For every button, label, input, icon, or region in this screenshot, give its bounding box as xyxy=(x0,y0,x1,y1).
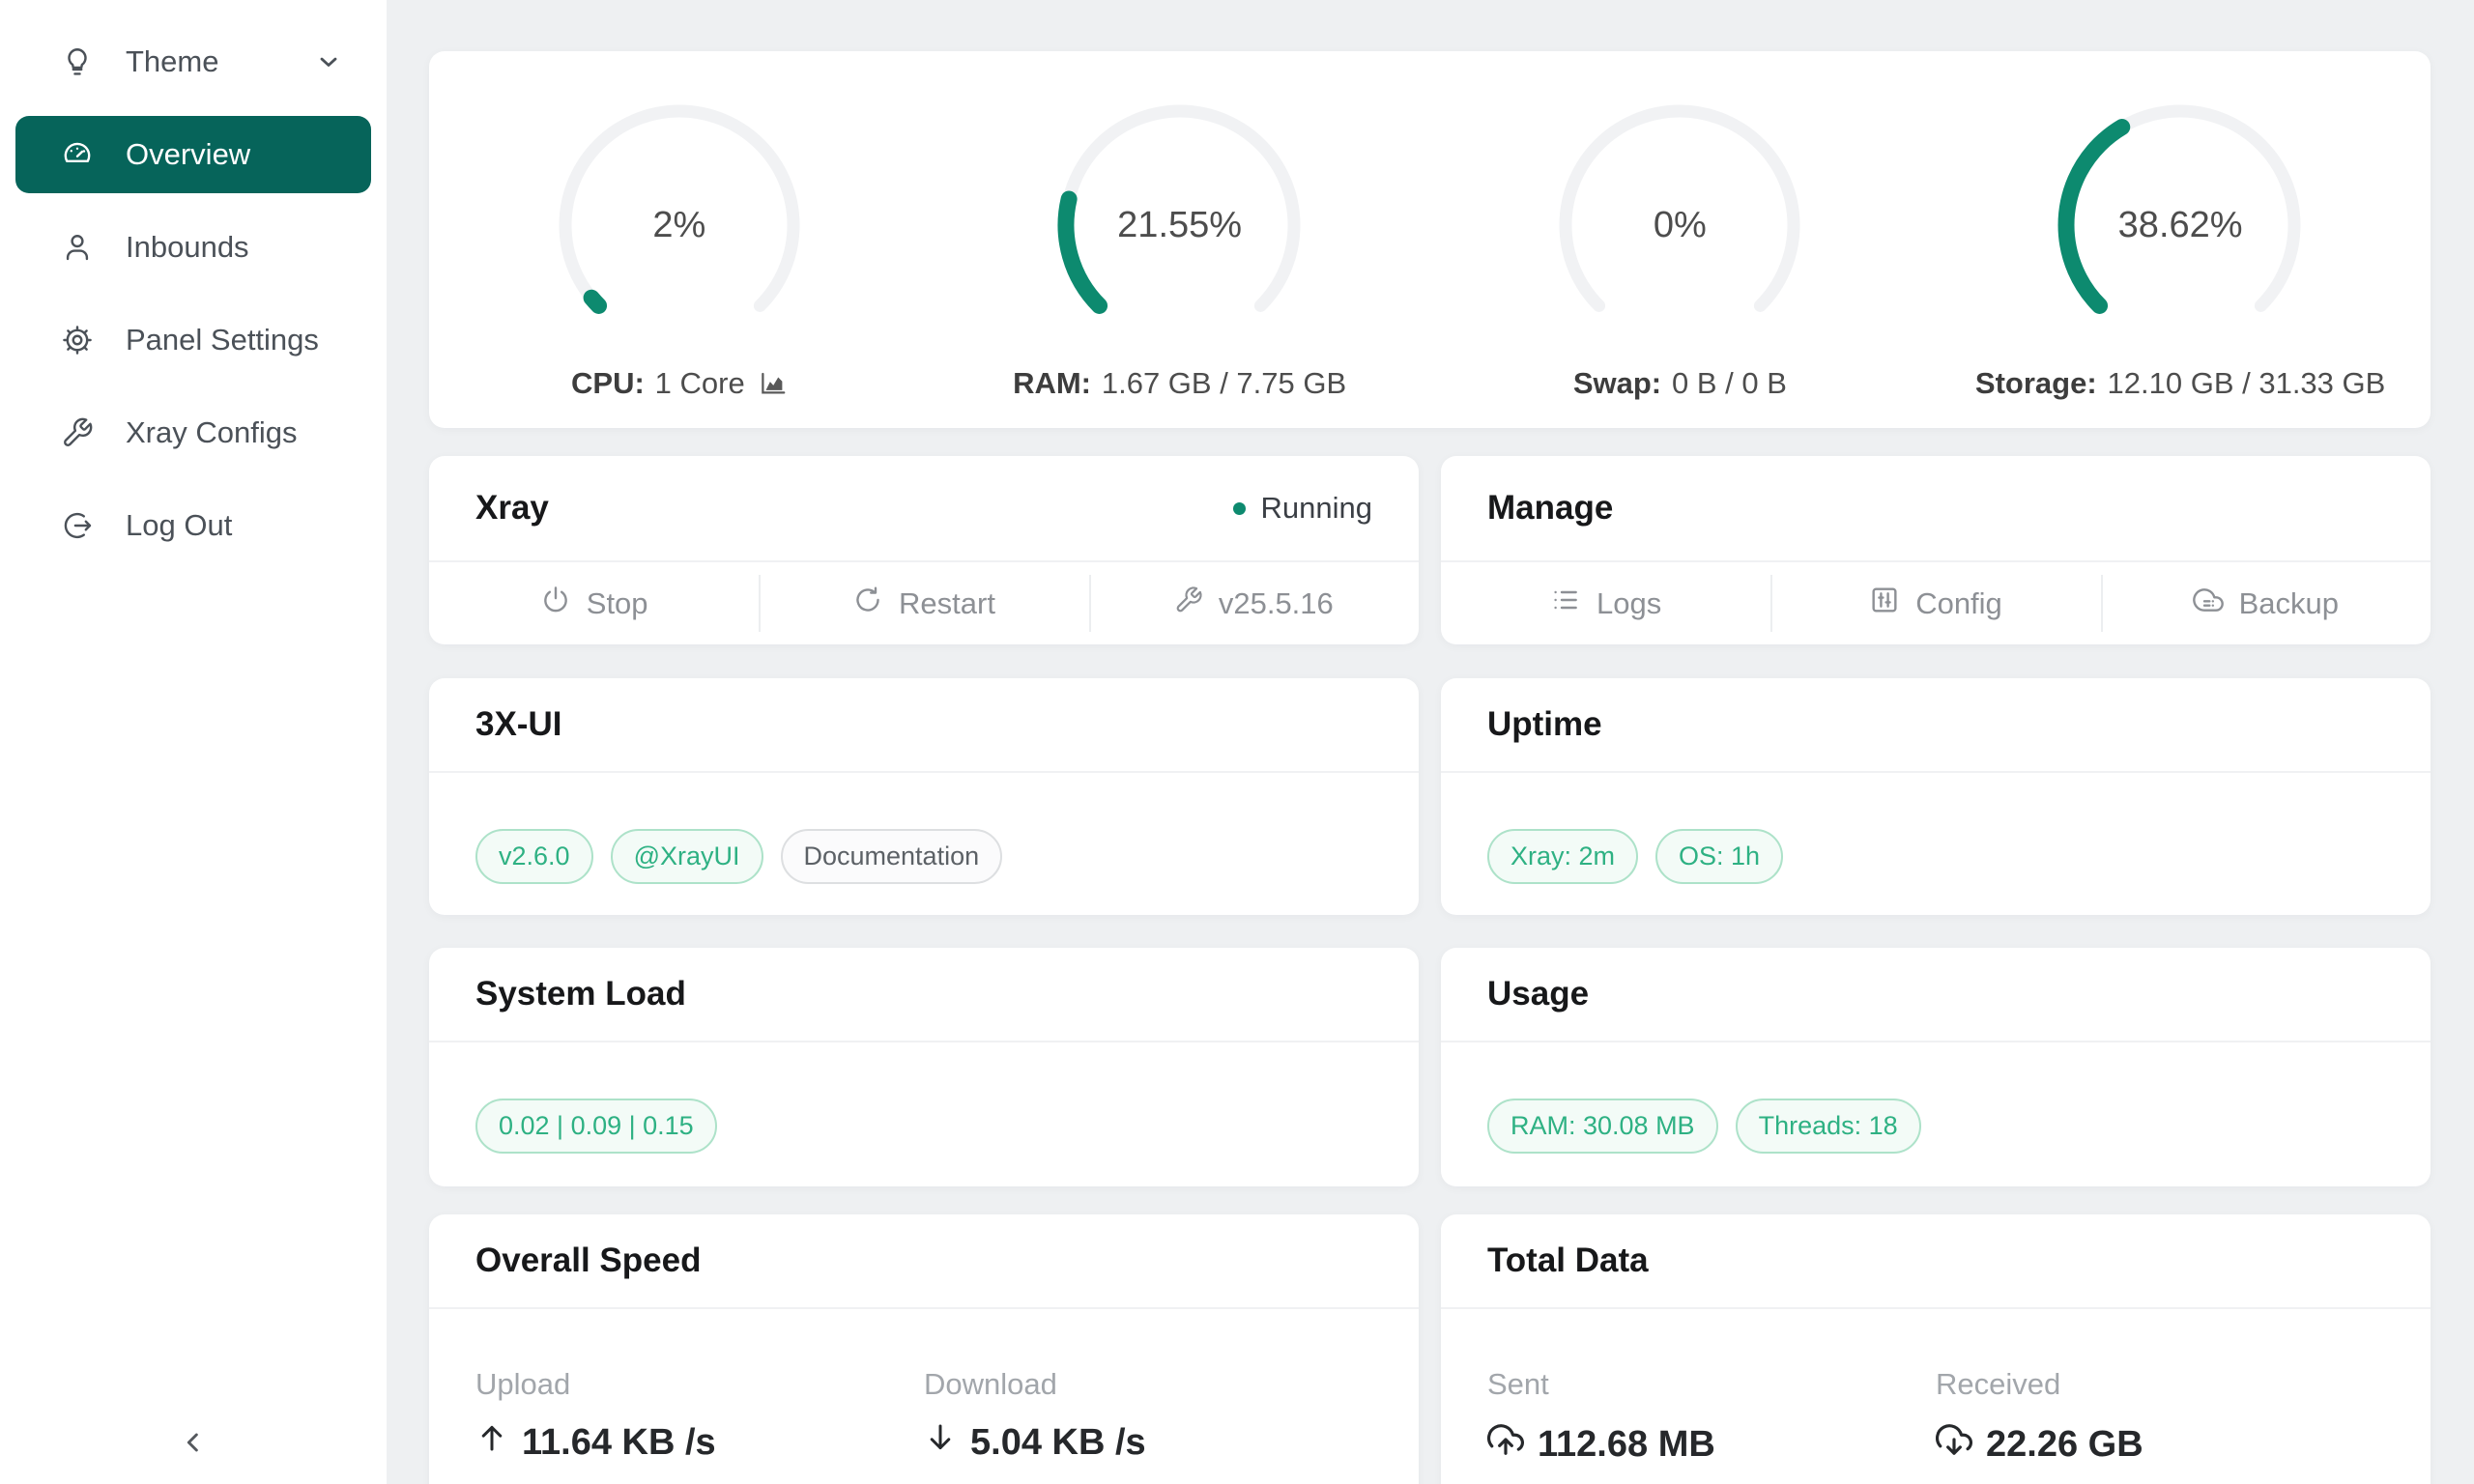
logout-icon xyxy=(60,508,95,543)
swap-label: Swap:0 B / 0 B xyxy=(1573,366,1787,401)
status-dot xyxy=(1233,502,1246,515)
usage-card-title: Usage xyxy=(1487,975,1589,1013)
download-value-row: 5.04 KB /s xyxy=(924,1421,1372,1464)
sent-value-row: 112.68 MB xyxy=(1487,1421,1936,1468)
telegram-badge[interactable]: @XrayUI xyxy=(611,829,763,884)
ram-usage-badge: RAM: 30.08 MB xyxy=(1487,1099,1718,1154)
restart-icon xyxy=(852,585,883,623)
cpu-label: CPU:1 Core xyxy=(571,366,788,401)
swap-gauge: 0% Swap:0 B / 0 B xyxy=(1430,51,1931,428)
load-average-badge: 0.02 | 0.09 | 0.15 xyxy=(475,1099,717,1154)
upload-label: Upload xyxy=(475,1367,924,1402)
xray-uptime-badge: Xray: 2m xyxy=(1487,829,1638,884)
sidebar-collapse-button[interactable] xyxy=(0,1427,387,1463)
status-label: Running xyxy=(1261,491,1372,526)
chevron-left-icon xyxy=(178,1427,209,1463)
overall-speed-card-title: Overall Speed xyxy=(475,1241,701,1280)
sidebar-item-label: Log Out xyxy=(126,508,232,543)
main-content: 2% CPU:1 Core xyxy=(387,0,2474,1484)
sidebar-item-log-out[interactable]: Log Out xyxy=(15,487,371,564)
overall-speed-card: Overall Speed Upload 11.64 KB /s xyxy=(429,1214,1419,1484)
received-value: 22.26 GB xyxy=(1986,1424,2143,1466)
sent-label: Sent xyxy=(1487,1367,1936,1402)
ram-label: RAM:1.67 GB / 7.75 GB xyxy=(1013,366,1346,401)
arrow-down-icon xyxy=(924,1421,957,1464)
wrench-icon xyxy=(60,415,95,450)
cpu-gauge: 2% CPU:1 Core xyxy=(429,51,930,428)
upload-value: 11.64 KB /s xyxy=(522,1422,716,1464)
wrench-icon xyxy=(1174,585,1203,622)
ram-gauge: 21.55% RAM:1.67 GB / 7.75 GB xyxy=(930,51,1430,428)
xui-card-title: 3X-UI xyxy=(475,705,561,744)
dashboard-icon xyxy=(60,137,95,172)
storage-gauge: 38.62% Storage:12.10 GB / 31.33 GB xyxy=(1930,51,2431,428)
total-data-card-title: Total Data xyxy=(1487,1241,1649,1280)
sliders-icon xyxy=(1869,585,1900,623)
received-stat: Received 22.26 GB xyxy=(1936,1367,2384,1468)
arrow-up-icon xyxy=(475,1421,508,1464)
usage-card: Usage RAM: 30.08 MB Threads: 18 xyxy=(1441,948,2431,1186)
sidebar-item-label: Panel Settings xyxy=(126,323,319,357)
total-data-card: Total Data Sent 112.68 MB xyxy=(1441,1214,2431,1484)
gear-icon xyxy=(60,323,95,357)
upload-value-row: 11.64 KB /s xyxy=(475,1421,924,1464)
storage-label: Storage:12.10 GB / 31.33 GB xyxy=(1975,366,2385,401)
area-chart-icon[interactable] xyxy=(759,369,788,398)
sidebar-item-panel-settings[interactable]: Panel Settings xyxy=(15,301,371,379)
received-label: Received xyxy=(1936,1367,2384,1402)
manage-card-title: Manage xyxy=(1487,489,1613,528)
uptime-card-title: Uptime xyxy=(1487,705,1602,744)
power-icon xyxy=(540,585,571,623)
ram-percent: 21.55% xyxy=(1054,100,1306,351)
version-badge[interactable]: v2.6.0 xyxy=(475,829,593,884)
sidebar-item-inbounds[interactable]: Inbounds xyxy=(15,209,371,286)
xray-version-button[interactable]: v25.5.16 xyxy=(1089,562,1419,644)
documentation-badge[interactable]: Documentation xyxy=(781,829,1003,884)
threads-badge: Threads: 18 xyxy=(1736,1099,1921,1154)
system-load-card: System Load 0.02 | 0.09 | 0.15 xyxy=(429,948,1419,1186)
sidebar-item-label: Inbounds xyxy=(126,230,249,265)
backup-button[interactable]: Backup xyxy=(2101,562,2431,644)
sidebar: Theme Overview xyxy=(0,0,387,1484)
os-uptime-badge: OS: 1h xyxy=(1655,829,1783,884)
swap-percent: 0% xyxy=(1554,100,1805,351)
cpu-percent: 2% xyxy=(554,100,805,351)
sidebar-item-overview[interactable]: Overview xyxy=(15,116,371,193)
bulb-icon xyxy=(60,44,95,79)
download-value: 5.04 KB /s xyxy=(970,1422,1146,1464)
sent-value: 112.68 MB xyxy=(1538,1424,1715,1466)
system-gauges-card: 2% CPU:1 Core xyxy=(429,51,2431,428)
cloud-download-icon xyxy=(1936,1421,1972,1468)
user-icon xyxy=(60,230,95,265)
system-load-card-title: System Load xyxy=(475,975,686,1013)
logs-button[interactable]: Logs xyxy=(1441,562,1770,644)
xray-card: Xray Running Stop xyxy=(429,456,1419,644)
xray-status: Running xyxy=(1233,491,1372,526)
chevron-down-icon xyxy=(315,48,342,75)
list-icon xyxy=(1550,585,1581,623)
cloud-upload-icon xyxy=(1487,1421,1524,1468)
xray-card-title: Xray xyxy=(475,489,549,528)
manage-card: Manage Logs xyxy=(1441,456,2431,644)
sidebar-item-label: Overview xyxy=(126,137,250,172)
download-stat: Download 5.04 KB /s xyxy=(924,1367,1372,1464)
cloud-server-icon xyxy=(2193,585,2224,623)
xui-card: 3X-UI v2.6.0 @XrayUI Documentation xyxy=(429,678,1419,915)
restart-button[interactable]: Restart xyxy=(759,562,1088,644)
received-value-row: 22.26 GB xyxy=(1936,1421,2384,1468)
sent-stat: Sent 112.68 MB xyxy=(1487,1367,1936,1468)
sidebar-item-label: Theme xyxy=(126,44,218,79)
app-root: Theme Overview xyxy=(0,0,2474,1484)
uptime-card: Uptime Xray: 2m OS: 1h xyxy=(1441,678,2431,915)
sidebar-item-label: Xray Configs xyxy=(126,415,297,450)
storage-percent: 38.62% xyxy=(2055,100,2306,351)
sidebar-item-theme[interactable]: Theme xyxy=(15,23,371,100)
upload-stat: Upload 11.64 KB /s xyxy=(475,1367,924,1464)
stop-button[interactable]: Stop xyxy=(429,562,759,644)
sidebar-item-xray-configs[interactable]: Xray Configs xyxy=(15,394,371,471)
download-label: Download xyxy=(924,1367,1372,1402)
config-button[interactable]: Config xyxy=(1770,562,2100,644)
